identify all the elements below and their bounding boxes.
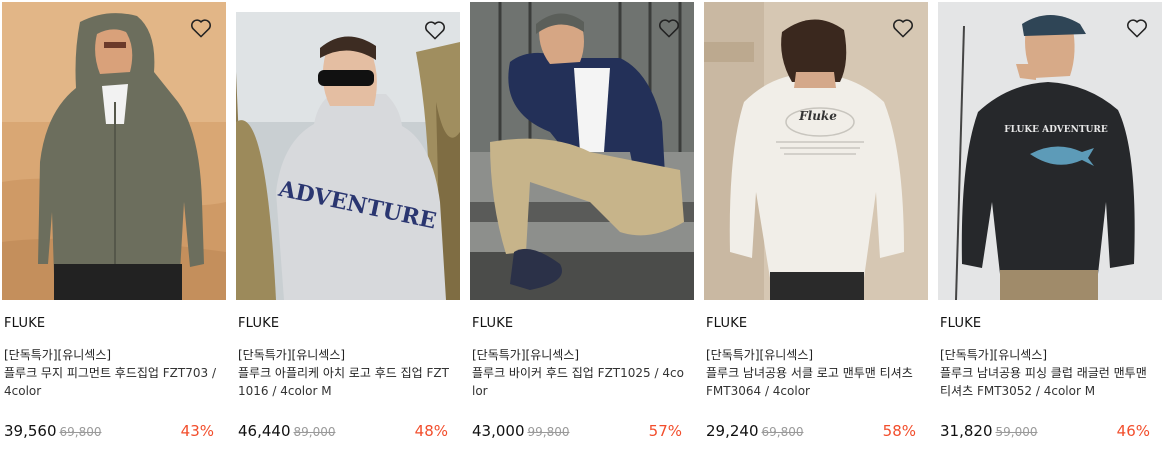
original-price: 69,800 bbox=[59, 425, 102, 439]
discount-rate: 48% bbox=[414, 422, 448, 440]
product-tag: [단독특가][유니섹스] bbox=[238, 348, 346, 362]
original-price: 59,000 bbox=[995, 425, 1038, 439]
product-title[interactable]: [단독특가][유니섹스] 플루크 바이커 후드 집업 FZT1025 / 4co… bbox=[472, 346, 686, 400]
product-image[interactable] bbox=[470, 2, 694, 300]
product-card[interactable]: ADVENTURE FLUKE [단독특가][유니섹스] 플루크 아플리케 아치… bbox=[236, 0, 460, 451]
original-price: 89,000 bbox=[293, 425, 336, 439]
product-photo bbox=[470, 2, 694, 300]
product-tag: [단독특가][유니섹스] bbox=[940, 348, 1048, 362]
discount-rate: 46% bbox=[1116, 422, 1150, 440]
brand-name[interactable]: FLUKE bbox=[706, 316, 747, 331]
product-card[interactable]: FLUKE ADVENTURE FLUKE [단독특가][유니섹스] 플루크 남… bbox=[938, 0, 1162, 451]
product-card[interactable]: Fluke FLUKE [단독특가][유니섹스] 플루크 남녀공용 서클 로고 … bbox=[704, 0, 928, 451]
wishlist-heart-icon[interactable] bbox=[892, 18, 914, 38]
product-name: 플루크 남녀공용 서클 로고 맨투맨 티셔츠 bbox=[706, 366, 913, 380]
sale-price: 39,560 bbox=[4, 422, 57, 440]
product-title[interactable]: [단독특가][유니섹스] 플루크 남녀공용 서클 로고 맨투맨 티셔츠 FMT3… bbox=[706, 346, 920, 400]
product-title[interactable]: [단독특가][유니섹스] 플루크 남녀공용 피싱 클럽 래글런 맨투맨티셔츠 F… bbox=[940, 346, 1154, 400]
print-text: FLUKE ADVENTURE bbox=[1004, 125, 1108, 135]
product-tag: [단독특가][유니섹스] bbox=[4, 348, 112, 362]
price-row: 39,560 69,800 bbox=[4, 422, 102, 440]
discount-rate: 58% bbox=[882, 422, 916, 440]
brand-name[interactable]: FLUKE bbox=[4, 316, 45, 331]
product-photo: ADVENTURE bbox=[236, 12, 460, 300]
product-title[interactable]: [단독특가][유니섹스] 플루크 아플리케 아치 로고 후드 집업 FZT101… bbox=[238, 346, 452, 400]
product-photo: Fluke bbox=[704, 2, 928, 300]
product-name: 플루크 바이커 후드 집업 bbox=[472, 366, 598, 380]
product-photo: FLUKE ADVENTURE bbox=[938, 2, 1162, 300]
product-image[interactable] bbox=[2, 2, 226, 300]
product-title[interactable]: [단독특가][유니섹스] 플루크 무지 피그먼트 후드집업 FZT703 / 4… bbox=[4, 346, 218, 400]
product-image[interactable]: FLUKE ADVENTURE bbox=[938, 2, 1162, 300]
discount-rate: 43% bbox=[180, 422, 214, 440]
wishlist-heart-icon[interactable] bbox=[658, 18, 680, 38]
product-tag: [단독특가][유니섹스] bbox=[472, 348, 580, 362]
product-tag: [단독특가][유니섹스] bbox=[706, 348, 814, 362]
sale-price: 31,820 bbox=[940, 422, 993, 440]
product-card[interactable]: FLUKE [단독특가][유니섹스] 플루크 무지 피그먼트 후드집업 FZT7… bbox=[2, 0, 226, 451]
sale-price: 43,000 bbox=[472, 422, 525, 440]
original-price: 69,800 bbox=[761, 425, 804, 439]
print-text: Fluke bbox=[798, 109, 837, 123]
brand-name[interactable]: FLUKE bbox=[238, 316, 279, 331]
wishlist-heart-icon[interactable] bbox=[424, 20, 446, 40]
price-row: 43,000 99,800 bbox=[472, 422, 570, 440]
brand-name[interactable]: FLUKE bbox=[940, 316, 981, 331]
product-image[interactable]: ADVENTURE bbox=[236, 12, 460, 300]
product-image[interactable]: Fluke bbox=[704, 2, 928, 300]
wishlist-heart-icon[interactable] bbox=[1126, 18, 1148, 38]
sale-price: 46,440 bbox=[238, 422, 291, 440]
product-name: 플루크 아플리케 아치 로고 후드 집업 bbox=[238, 366, 427, 380]
product-name: 플루크 무지 피그먼트 후드집업 bbox=[4, 366, 163, 380]
sale-price: 29,240 bbox=[706, 422, 759, 440]
price-row: 46,440 89,000 bbox=[238, 422, 336, 440]
discount-rate: 57% bbox=[648, 422, 682, 440]
product-card[interactable]: FLUKE [단독특가][유니섹스] 플루크 바이커 후드 집업 FZT1025… bbox=[470, 0, 694, 451]
product-photo bbox=[2, 2, 226, 300]
price-row: 31,820 59,000 bbox=[940, 422, 1038, 440]
price-row: 29,240 69,800 bbox=[706, 422, 804, 440]
wishlist-heart-icon[interactable] bbox=[190, 18, 212, 38]
brand-name[interactable]: FLUKE bbox=[472, 316, 513, 331]
product-code: FMT3052 / 4color M bbox=[976, 384, 1096, 398]
original-price: 99,800 bbox=[527, 425, 570, 439]
product-code: FMT3064 / 4color bbox=[706, 384, 810, 398]
